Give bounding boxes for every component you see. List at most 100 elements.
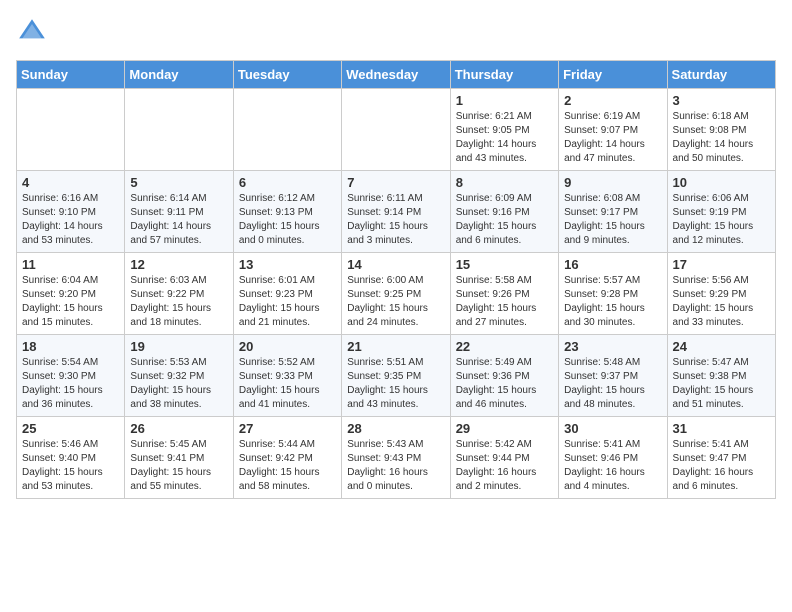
calendar-cell: 5 Sunrise: 6:14 AM Sunset: 9:11 PM Daylig… (125, 171, 233, 253)
calendar-cell: 18 Sunrise: 5:54 AM Sunset: 9:30 PM Dayli… (17, 335, 125, 417)
day-info: Sunrise: 5:43 AM Sunset: 9:43 PM Dayligh… (347, 438, 444, 494)
calendar-week-row: 25 Sunrise: 5:46 AM Sunset: 9:40 PM Dayli… (17, 417, 776, 499)
calendar-cell: 15 Sunrise: 5:58 AM Sunset: 9:26 PM Dayli… (450, 253, 558, 335)
day-info: Sunrise: 5:47 AM Sunset: 9:38 PM Dayligh… (673, 356, 770, 412)
calendar-cell: 3 Sunrise: 6:18 AM Sunset: 9:08 PM Daylig… (667, 89, 775, 171)
weekday-header-saturday: Saturday (667, 61, 775, 89)
day-info: Sunrise: 5:54 AM Sunset: 9:30 PM Dayligh… (22, 356, 119, 412)
day-info: Sunrise: 5:46 AM Sunset: 9:40 PM Dayligh… (22, 438, 119, 494)
calendar-cell (17, 89, 125, 171)
logo-icon (16, 16, 48, 48)
day-info: Sunrise: 6:18 AM Sunset: 9:08 PM Dayligh… (673, 110, 770, 166)
day-info: Sunrise: 6:12 AM Sunset: 9:13 PM Dayligh… (239, 192, 336, 248)
day-info: Sunrise: 6:08 AM Sunset: 9:17 PM Dayligh… (564, 192, 661, 248)
day-number: 18 (22, 339, 119, 354)
calendar-cell: 19 Sunrise: 5:53 AM Sunset: 9:32 PM Dayli… (125, 335, 233, 417)
calendar-cell: 17 Sunrise: 5:56 AM Sunset: 9:29 PM Dayli… (667, 253, 775, 335)
day-info: Sunrise: 6:16 AM Sunset: 9:10 PM Dayligh… (22, 192, 119, 248)
calendar-cell: 7 Sunrise: 6:11 AM Sunset: 9:14 PM Daylig… (342, 171, 450, 253)
day-number: 29 (456, 421, 553, 436)
day-info: Sunrise: 6:04 AM Sunset: 9:20 PM Dayligh… (22, 274, 119, 330)
weekday-header-wednesday: Wednesday (342, 61, 450, 89)
day-number: 31 (673, 421, 770, 436)
calendar-cell: 29 Sunrise: 5:42 AM Sunset: 9:44 PM Dayli… (450, 417, 558, 499)
day-number: 13 (239, 257, 336, 272)
day-number: 15 (456, 257, 553, 272)
calendar-cell: 2Sunrise: 6:19 AM Sunset: 9:07 PM Daylig… (559, 89, 667, 171)
day-info: Sunrise: 6:14 AM Sunset: 9:11 PM Dayligh… (130, 192, 227, 248)
day-info: Sunrise: 5:48 AM Sunset: 9:37 PM Dayligh… (564, 356, 661, 412)
day-info: Sunrise: 6:00 AM Sunset: 9:25 PM Dayligh… (347, 274, 444, 330)
calendar-cell: 11 Sunrise: 6:04 AM Sunset: 9:20 PM Dayli… (17, 253, 125, 335)
day-info: Sunrise: 5:53 AM Sunset: 9:32 PM Dayligh… (130, 356, 227, 412)
day-number: 10 (673, 175, 770, 190)
day-number: 20 (239, 339, 336, 354)
day-number: 1 (456, 93, 553, 108)
day-info: Sunrise: 5:41 AM Sunset: 9:46 PM Dayligh… (564, 438, 661, 494)
day-info: Sunrise: 5:42 AM Sunset: 9:44 PM Dayligh… (456, 438, 553, 494)
day-number: 8 (456, 175, 553, 190)
day-number: 2 (564, 93, 661, 108)
calendar-cell: 24Sunrise: 5:47 AM Sunset: 9:38 PM Dayli… (667, 335, 775, 417)
day-number: 9 (564, 175, 661, 190)
logo (16, 16, 52, 48)
day-info: Sunrise: 6:11 AM Sunset: 9:14 PM Dayligh… (347, 192, 444, 248)
calendar-cell: 1 Sunrise: 6:21 AM Sunset: 9:05 PM Daylig… (450, 89, 558, 171)
day-number: 30 (564, 421, 661, 436)
calendar-cell: 8Sunrise: 6:09 AM Sunset: 9:16 PM Daylig… (450, 171, 558, 253)
day-number: 21 (347, 339, 444, 354)
day-number: 22 (456, 339, 553, 354)
day-number: 23 (564, 339, 661, 354)
day-number: 19 (130, 339, 227, 354)
calendar-table: SundayMondayTuesdayWednesdayThursdayFrid… (16, 60, 776, 499)
calendar-cell: 27 Sunrise: 5:44 AM Sunset: 9:42 PM Dayli… (233, 417, 341, 499)
day-info: Sunrise: 5:44 AM Sunset: 9:42 PM Dayligh… (239, 438, 336, 494)
calendar-cell: 31 Sunrise: 5:41 AM Sunset: 9:47 PM Dayli… (667, 417, 775, 499)
day-number: 3 (673, 93, 770, 108)
calendar-cell (125, 89, 233, 171)
calendar-cell: 6 Sunrise: 6:12 AM Sunset: 9:13 PM Daylig… (233, 171, 341, 253)
calendar-cell: 21Sunrise: 5:51 AM Sunset: 9:35 PM Dayli… (342, 335, 450, 417)
weekday-header-monday: Monday (125, 61, 233, 89)
calendar-cell: 4Sunrise: 6:16 AM Sunset: 9:10 PM Daylig… (17, 171, 125, 253)
day-number: 28 (347, 421, 444, 436)
day-number: 11 (22, 257, 119, 272)
calendar-cell (342, 89, 450, 171)
day-info: Sunrise: 5:58 AM Sunset: 9:26 PM Dayligh… (456, 274, 553, 330)
day-info: Sunrise: 5:56 AM Sunset: 9:29 PM Dayligh… (673, 274, 770, 330)
calendar-week-row: 18 Sunrise: 5:54 AM Sunset: 9:30 PM Dayli… (17, 335, 776, 417)
calendar-cell: 9 Sunrise: 6:08 AM Sunset: 9:17 PM Daylig… (559, 171, 667, 253)
day-number: 6 (239, 175, 336, 190)
calendar-cell: 12 Sunrise: 6:03 AM Sunset: 9:22 PM Dayli… (125, 253, 233, 335)
day-number: 25 (22, 421, 119, 436)
calendar-cell: 23 Sunrise: 5:48 AM Sunset: 9:37 PM Dayli… (559, 335, 667, 417)
calendar-week-row: 1 Sunrise: 6:21 AM Sunset: 9:05 PM Daylig… (17, 89, 776, 171)
day-number: 14 (347, 257, 444, 272)
day-info: Sunrise: 5:41 AM Sunset: 9:47 PM Dayligh… (673, 438, 770, 494)
day-info: Sunrise: 5:57 AM Sunset: 9:28 PM Dayligh… (564, 274, 661, 330)
calendar-cell: 22Sunrise: 5:49 AM Sunset: 9:36 PM Dayli… (450, 335, 558, 417)
day-info: Sunrise: 6:21 AM Sunset: 9:05 PM Dayligh… (456, 110, 553, 166)
calendar-cell: 13Sunrise: 6:01 AM Sunset: 9:23 PM Dayli… (233, 253, 341, 335)
weekday-header-sunday: Sunday (17, 61, 125, 89)
calendar-cell (233, 89, 341, 171)
day-info: Sunrise: 6:06 AM Sunset: 9:19 PM Dayligh… (673, 192, 770, 248)
day-number: 12 (130, 257, 227, 272)
day-number: 17 (673, 257, 770, 272)
day-number: 16 (564, 257, 661, 272)
calendar-cell: 10 Sunrise: 6:06 AM Sunset: 9:19 PM Dayli… (667, 171, 775, 253)
day-info: Sunrise: 6:03 AM Sunset: 9:22 PM Dayligh… (130, 274, 227, 330)
weekday-header-row: SundayMondayTuesdayWednesdayThursdayFrid… (17, 61, 776, 89)
calendar-cell: 30 Sunrise: 5:41 AM Sunset: 9:46 PM Dayli… (559, 417, 667, 499)
calendar-cell: 16 Sunrise: 5:57 AM Sunset: 9:28 PM Dayli… (559, 253, 667, 335)
day-info: Sunrise: 5:45 AM Sunset: 9:41 PM Dayligh… (130, 438, 227, 494)
day-number: 7 (347, 175, 444, 190)
calendar-cell: 20Sunrise: 5:52 AM Sunset: 9:33 PM Dayli… (233, 335, 341, 417)
weekday-header-thursday: Thursday (450, 61, 558, 89)
calendar-week-row: 4Sunrise: 6:16 AM Sunset: 9:10 PM Daylig… (17, 171, 776, 253)
day-number: 26 (130, 421, 227, 436)
weekday-header-friday: Friday (559, 61, 667, 89)
weekday-header-tuesday: Tuesday (233, 61, 341, 89)
day-number: 5 (130, 175, 227, 190)
day-number: 27 (239, 421, 336, 436)
